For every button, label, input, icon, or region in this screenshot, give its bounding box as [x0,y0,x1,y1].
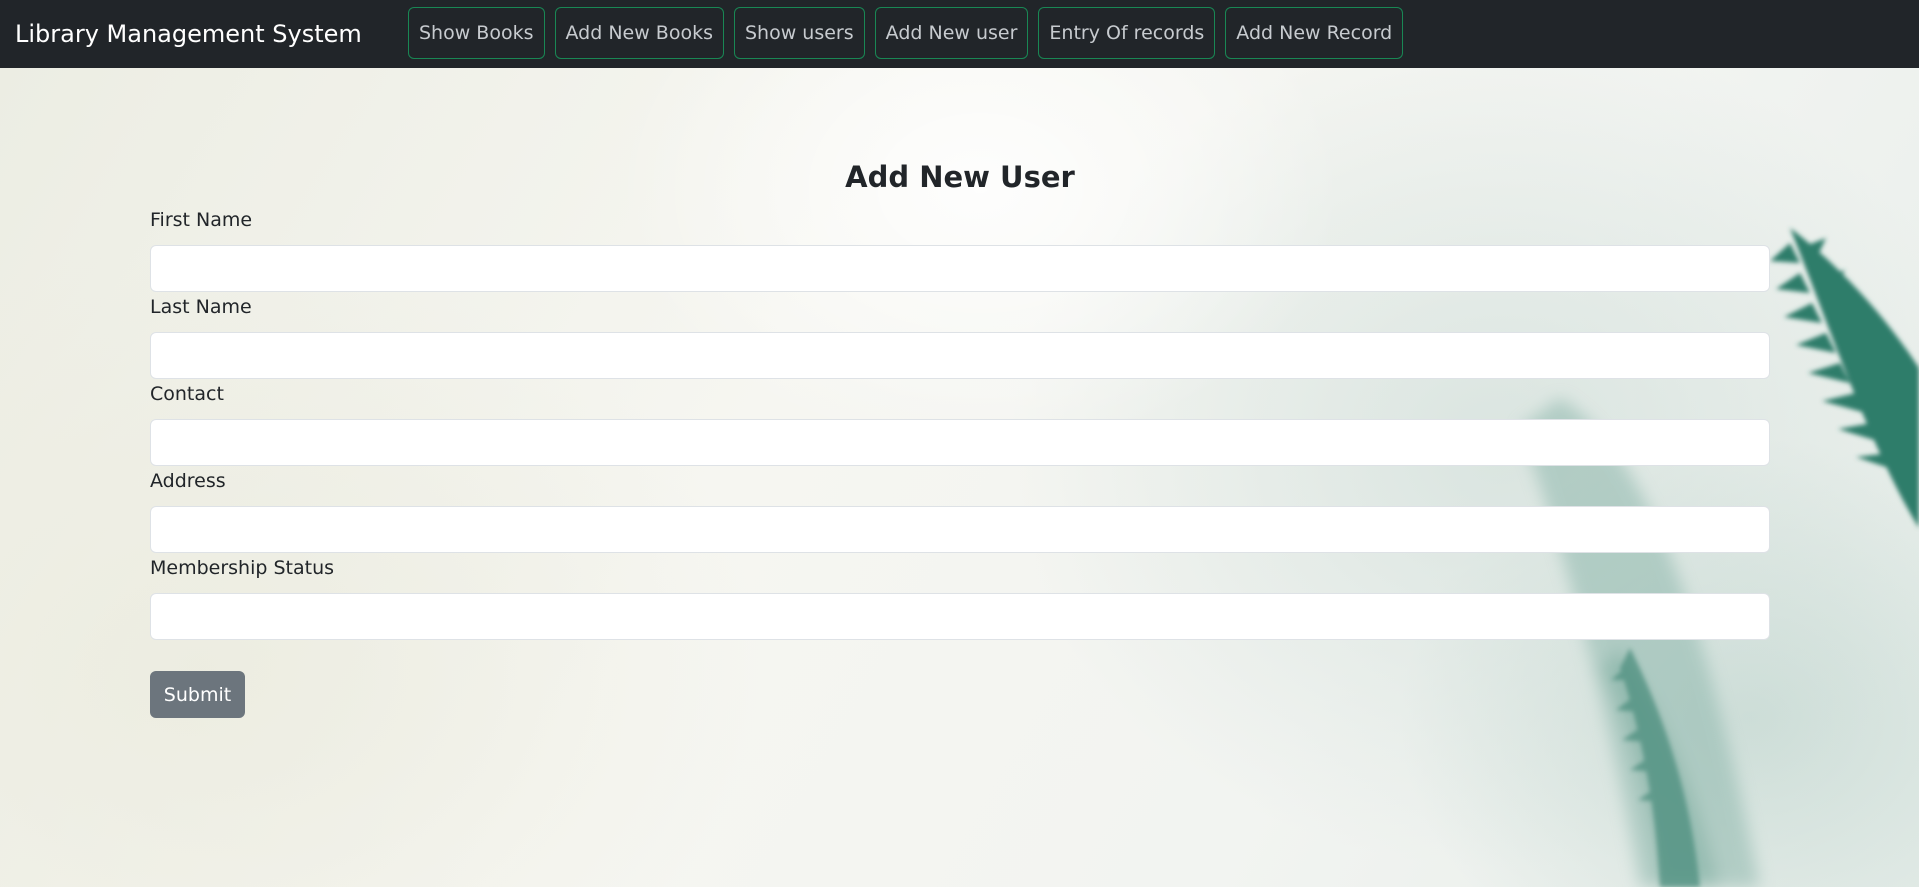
last-name-input[interactable] [150,332,1770,379]
add-new-books-button[interactable]: Add New Books [554,7,724,59]
add-new-record-button[interactable]: Add New Record [1225,7,1404,59]
contact-input[interactable] [150,419,1770,466]
show-books-button[interactable]: Show Books [408,7,545,59]
entry-of-records-button[interactable]: Entry Of records [1038,7,1216,59]
membership-status-label: Membership Status [150,557,335,579]
page-title: Add New User [845,160,1075,194]
nav-buttons: Show Books Add New Books Show users Add … [408,7,1404,59]
first-name-input[interactable] [150,245,1770,292]
top-navbar: Library Management System Show Books Add… [0,0,1919,68]
show-users-button[interactable]: Show users [734,7,865,59]
add-new-user-button[interactable]: Add New user [874,7,1029,59]
app-title[interactable]: Library Management System [15,0,362,68]
contact-label: Contact [150,383,224,405]
first-name-label: First Name [150,209,253,231]
submit-button[interactable]: Submit [150,671,245,718]
membership-status-input[interactable] [150,593,1770,640]
address-input[interactable] [150,506,1770,553]
last-name-label: Last Name [150,296,252,318]
address-label: Address [150,470,226,492]
